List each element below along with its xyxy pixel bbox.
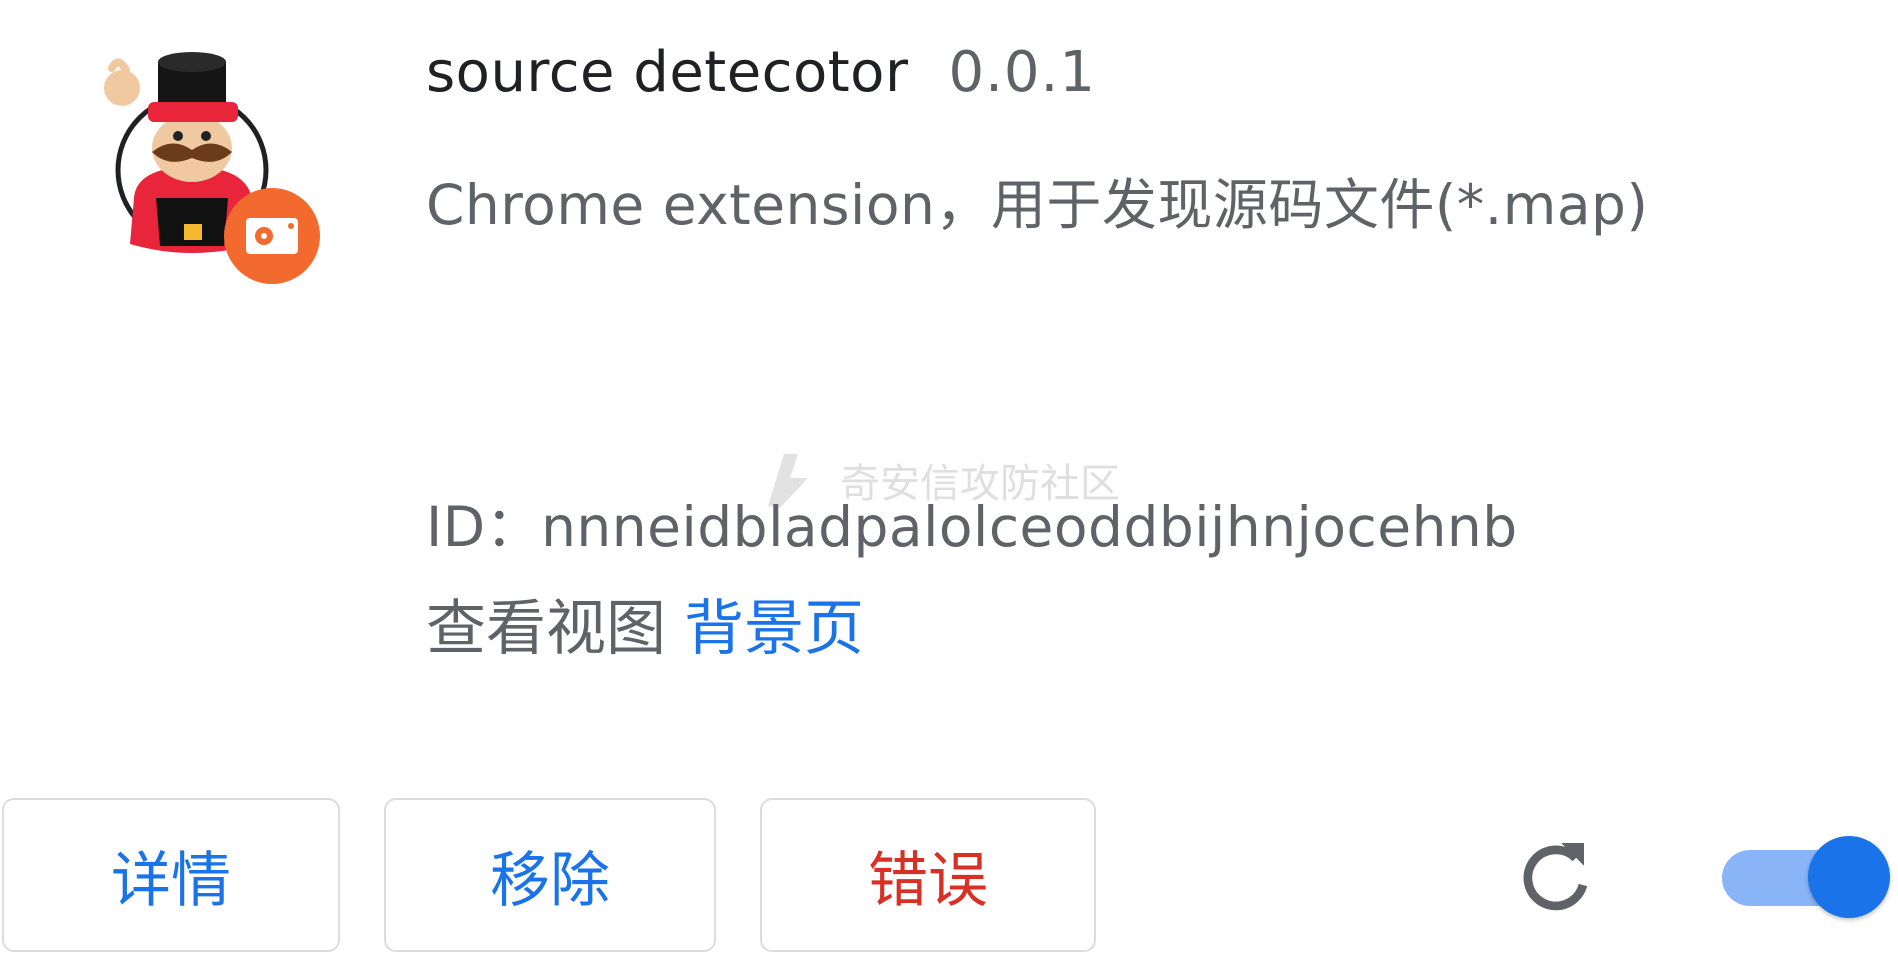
extension-version: 0.0.1 bbox=[948, 40, 1096, 105]
errors-button[interactable]: 错误 bbox=[760, 798, 1096, 952]
extension-name: source detecotor bbox=[426, 40, 909, 105]
details-button[interactable]: 详情 bbox=[2, 798, 340, 952]
extension-title-line: source detecotor 0.0.1 bbox=[426, 40, 1096, 105]
yeoman-character-icon bbox=[104, 52, 320, 284]
reload-icon[interactable] bbox=[1514, 836, 1598, 920]
extension-description: Chrome extension，用于发现源码文件(*.map) bbox=[426, 173, 1649, 237]
inspect-views: 查看视图 背景页 bbox=[426, 580, 864, 667]
extension-id: ID：nnneidbladpalolceoddbijhnjocehnb bbox=[426, 495, 1518, 559]
extension-card: source detecotor 0.0.1 Chrome extension，… bbox=[0, 0, 1898, 962]
disk-badge-icon bbox=[246, 218, 298, 254]
background-page-link[interactable]: 背景页 bbox=[684, 594, 864, 664]
enable-toggle[interactable] bbox=[1722, 836, 1890, 920]
inspect-views-label: 查看视图 bbox=[426, 594, 666, 664]
remove-button[interactable]: 移除 bbox=[384, 798, 716, 952]
toggle-knob bbox=[1808, 836, 1890, 918]
